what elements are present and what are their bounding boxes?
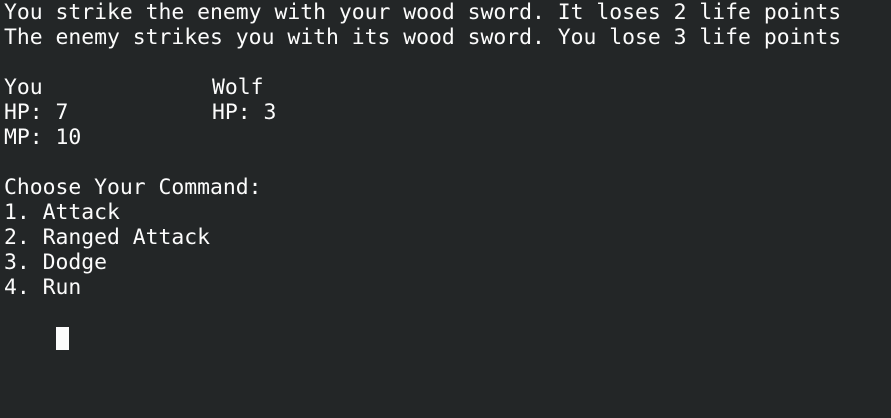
enemy-name: Wolf: [212, 75, 264, 100]
block-cursor-icon: [55, 327, 69, 350]
player-name: You: [4, 75, 43, 100]
command-prompt: Choose Your Command:: [4, 175, 262, 200]
stats-panel: You HP: 7 MP: 10 Wolf HP: 3: [4, 75, 891, 150]
player-hp: HP: 7: [4, 100, 69, 125]
player-stats: You HP: 7 MP: 10: [4, 75, 212, 150]
command-attack[interactable]: 1. Attack: [4, 200, 891, 225]
combat-log-line: You strike the enemy with your wood swor…: [4, 0, 842, 25]
combat-log-line: The enemy strikes you with its wood swor…: [4, 25, 842, 50]
terminal-window[interactable]: You strike the enemy with your wood swor…: [0, 0, 891, 418]
enemy-stats: Wolf HP: 3: [212, 75, 420, 150]
enemy-hp: HP: 3: [212, 100, 277, 125]
command-ranged-attack[interactable]: 2. Ranged Attack: [4, 225, 891, 250]
command-run[interactable]: 4. Run: [4, 275, 891, 300]
command-dodge[interactable]: 3. Dodge: [4, 250, 891, 275]
input-line[interactable]: [4, 300, 891, 350]
player-mp: MP: 10: [4, 125, 82, 150]
